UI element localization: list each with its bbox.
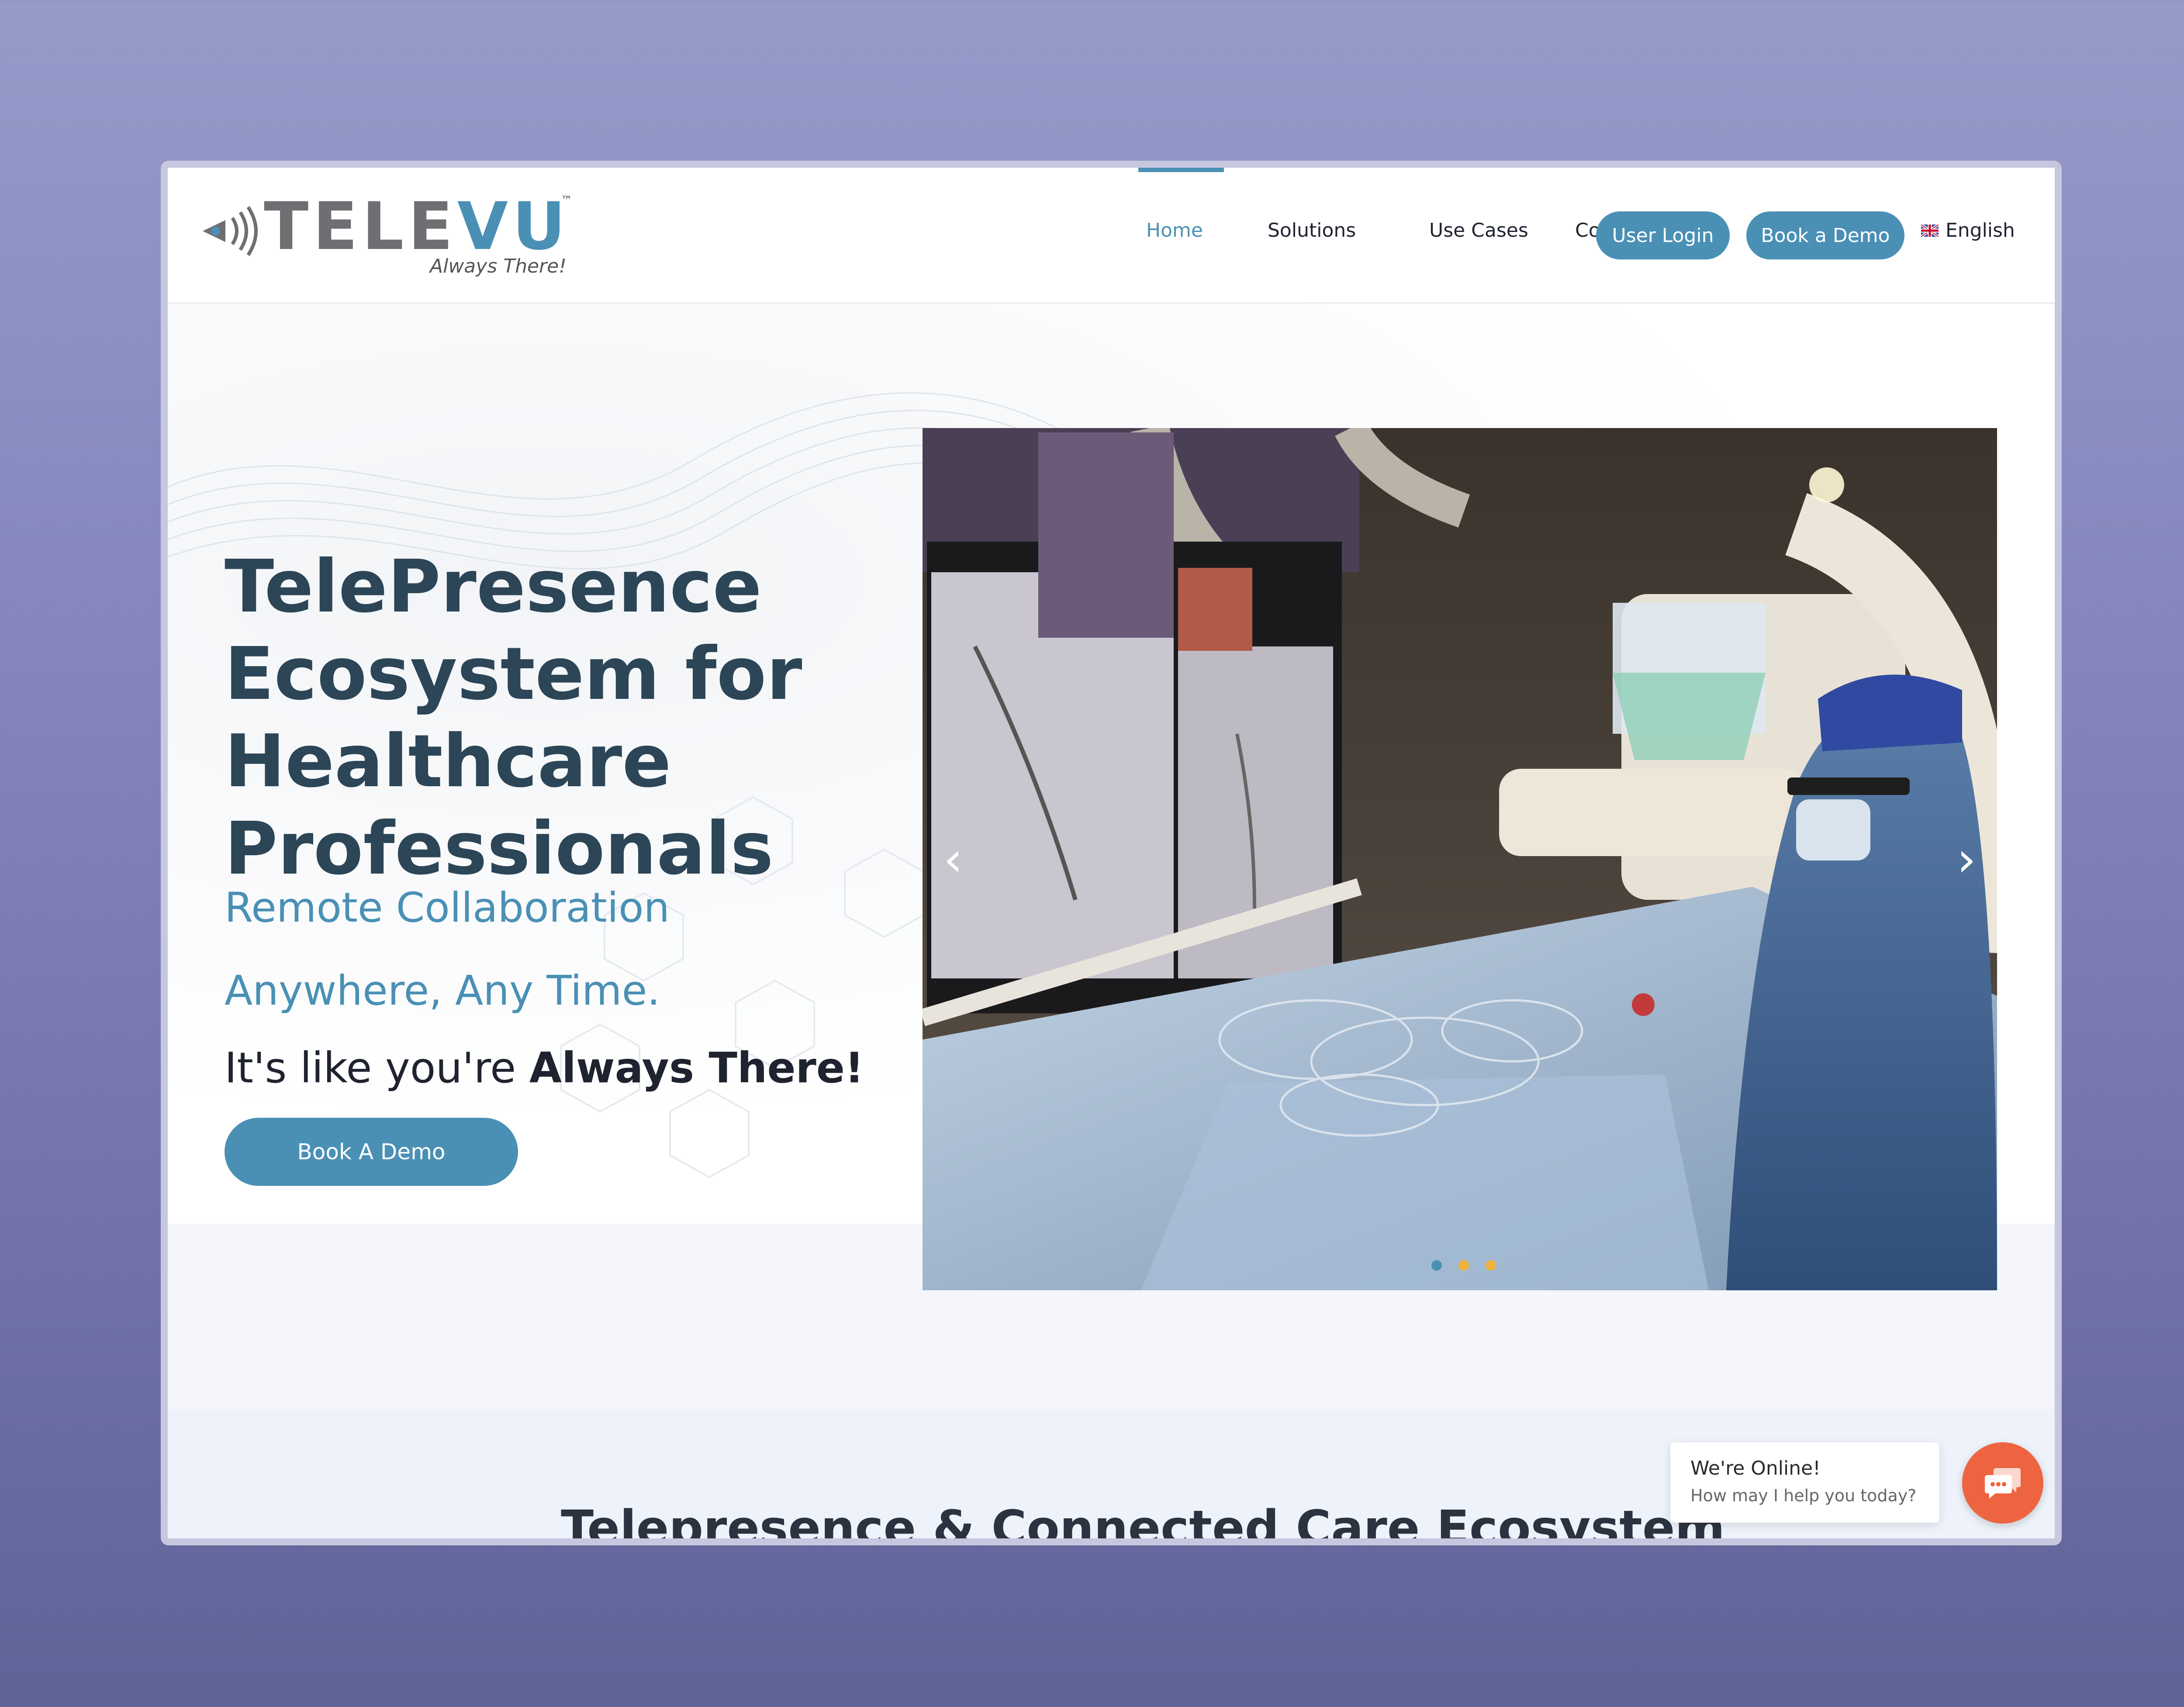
ecosystem-section-title: Telepresence & Connected Care Ecosystem [561, 1500, 1725, 1538]
chat-popup-message: How may I help you today? [1690, 1486, 1917, 1505]
operating-room-photo [923, 428, 1997, 1290]
user-login-button[interactable]: User Login [1596, 211, 1730, 259]
hero-tagline-emphasis: Always There! [529, 1044, 864, 1092]
book-demo-nav-button[interactable]: Book a Demo [1746, 211, 1904, 259]
hero-subtitle-collaboration: Remote Collaboration [225, 884, 670, 932]
hero-image-slider: ‹ › [923, 428, 1997, 1290]
brand-name-accent: VU [457, 189, 570, 265]
hero-subtitle-anywhere: Anywhere, Any Time. [225, 967, 660, 1015]
nav-active-indicator [1138, 168, 1224, 172]
slider-dot-3[interactable] [1486, 1260, 1496, 1271]
nav-item-solutions[interactable]: Solutions [1268, 219, 1356, 242]
brand-wordmark: TELEVU [264, 194, 570, 259]
site-header: TELEVU ™ Always There! Home Solutions Us… [168, 168, 2055, 304]
hero-tagline: It's like you're Always There! [225, 1044, 864, 1092]
slider-prev-arrow[interactable]: ‹ [923, 428, 984, 1290]
chevron-right-icon: › [1957, 831, 1976, 887]
slider-pagination [1431, 1260, 1496, 1271]
hero-tagline-prefix: It's like you're [225, 1044, 529, 1092]
web-page: TELEVU ™ Always There! Home Solutions Us… [168, 168, 2055, 1538]
nav-item-use-cases[interactable]: Use Cases [1429, 219, 1528, 242]
chat-popup-title: We're Online! [1690, 1457, 1821, 1479]
nav-item-home[interactable]: Home [1146, 219, 1203, 242]
book-a-demo-button[interactable]: Book A Demo [225, 1118, 518, 1186]
hero-title: TelePresence Ecosystem for Healthcare Pr… [225, 545, 802, 891]
uk-flag-icon [1921, 224, 1939, 237]
slider-next-arrow[interactable]: › [1936, 428, 1997, 1290]
browser-frame: TELEVU ™ Always There! Home Solutions Us… [161, 161, 2062, 1545]
brand-logo[interactable]: TELEVU ™ Always There! [198, 194, 591, 277]
language-selector[interactable]: English [1921, 219, 2015, 242]
chat-popup[interactable]: We're Online! How may I help you today? [1670, 1442, 1939, 1523]
trademark-mark: ™ [561, 194, 572, 207]
slider-dot-1[interactable] [1431, 1260, 1442, 1271]
chat-launcher-button[interactable] [1962, 1442, 2043, 1524]
language-label: English [1946, 219, 2015, 242]
brand-tagline: Always There! [430, 255, 567, 277]
slider-dot-2[interactable] [1458, 1260, 1469, 1271]
chat-bubble-icon [1985, 1468, 2021, 1499]
speaker-icon [203, 206, 258, 256]
chevron-left-icon: ‹ [943, 831, 963, 887]
brand-name-primary: TELE [264, 189, 457, 265]
